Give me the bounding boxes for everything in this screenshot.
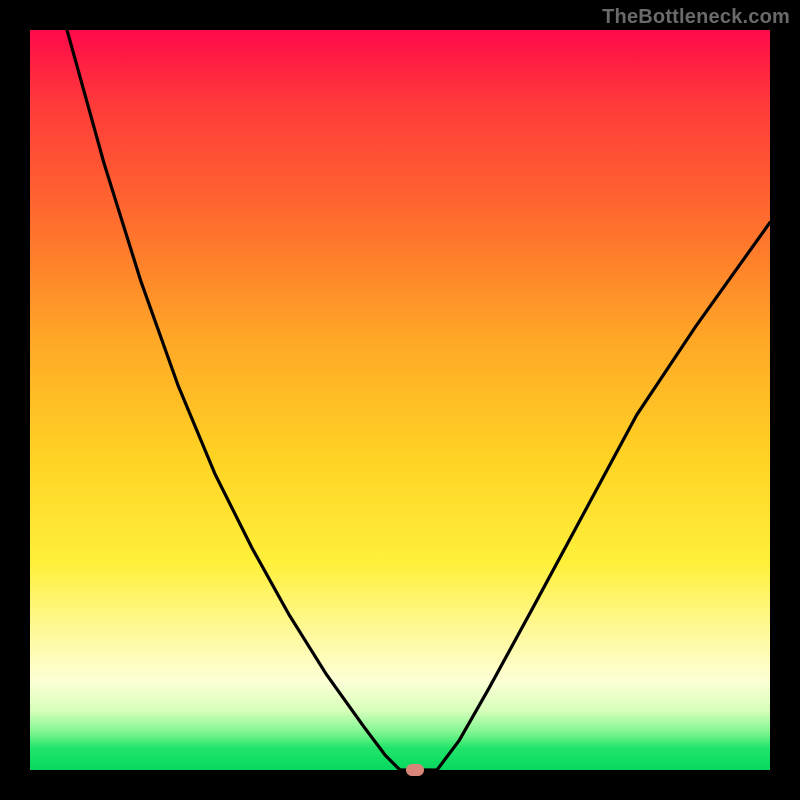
optimum-marker: [406, 764, 424, 776]
watermark-text: TheBottleneck.com: [602, 6, 790, 29]
curve-path: [30, 30, 770, 770]
bottleneck-curve: [30, 30, 770, 770]
plot-area: [30, 30, 770, 770]
chart-frame: TheBottleneck.com: [0, 0, 800, 800]
